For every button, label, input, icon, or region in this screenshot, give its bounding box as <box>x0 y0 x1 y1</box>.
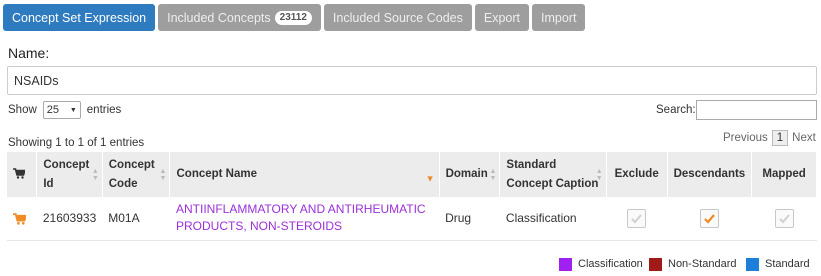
check-icon <box>704 214 715 224</box>
tab-label: Included Source Codes <box>332 10 463 25</box>
sort-icon: ▲ ▼ <box>91 167 99 182</box>
search-input[interactable] <box>696 100 817 120</box>
column-header-concept-code[interactable]: Concept Code ▲ ▼ <box>102 152 171 197</box>
legend-swatch <box>746 257 759 271</box>
column-header-mapped[interactable]: Mapped <box>751 152 817 197</box>
legend-item-standard: Standard <box>746 257 810 271</box>
sort-icon: ▲ ▼ <box>159 167 167 182</box>
sort-icon: ▲ ▼ <box>489 167 497 182</box>
check-icon <box>778 214 790 224</box>
column-header-label: Exclude <box>614 168 659 180</box>
concept-set-name-input[interactable] <box>7 66 817 95</box>
tab-export[interactable]: Export <box>474 4 530 31</box>
tab-label: Export <box>483 10 521 25</box>
column-header-descendants[interactable]: Descendants <box>667 152 753 197</box>
entries-label: entries <box>86 104 122 116</box>
table-row: 21603933 M01A ANTIINFLAMMATORY AND ANTIR… <box>7 197 817 240</box>
next-page-button[interactable]: Next <box>792 131 816 145</box>
concept-set-table: Concept Id ▲ ▼ Concept Code ▲ ▼ Concept Na… <box>7 152 817 241</box>
exclude-checkbox[interactable] <box>627 208 647 228</box>
column-header-concept-id[interactable]: Concept Id ▲ ▼ <box>36 152 103 197</box>
mapped-cell <box>752 197 817 240</box>
column-header-label: Concept Name <box>176 168 258 180</box>
column-header-cart[interactable] <box>7 152 38 197</box>
column-header-label: Concept Id <box>43 158 90 190</box>
chevron-down-icon: ▼ <box>69 106 77 114</box>
previous-page-button[interactable]: Previous <box>723 131 768 145</box>
tab-import[interactable]: Import <box>532 4 586 31</box>
column-header-label: Descendants <box>673 168 746 180</box>
tab-concept-set-expression[interactable]: Concept Set Expression <box>3 4 156 31</box>
legend-label: Non-Standard <box>668 258 737 270</box>
included-concepts-count-badge: 23112 <box>274 10 312 25</box>
sort-descending-icon: ▼ <box>425 172 435 183</box>
column-header-label: Mapped <box>762 168 806 180</box>
descendants-cell <box>667 197 752 240</box>
legend-label: Standard <box>765 258 810 270</box>
legend-swatch <box>559 257 572 271</box>
pagination: Previous 1 Next <box>723 130 816 146</box>
column-header-standard-concept-caption[interactable]: Standard Concept Caption ▲ ▼ <box>499 152 607 197</box>
legend-label: Classification <box>578 258 643 270</box>
exclude-cell <box>606 197 667 240</box>
concept-code-cell: M01A <box>108 211 140 226</box>
concept-id-cell: 21603933 <box>42 211 97 226</box>
tab-label: Concept Set Expression <box>12 10 147 25</box>
column-header-label: Concept Code <box>108 158 155 190</box>
tab-included-concepts[interactable]: Included Concepts 23112 <box>158 4 321 31</box>
table-header-row: Concept Id ▲ ▼ Concept Code ▲ ▼ Concept Na… <box>7 152 817 197</box>
table-info-text: Showing 1 to 1 of 1 entries <box>8 137 145 149</box>
column-header-domain[interactable]: Domain ▲ ▼ <box>439 152 501 197</box>
mapped-checkbox[interactable] <box>774 208 794 228</box>
column-header-concept-name[interactable]: Concept Name ▼ <box>169 152 440 197</box>
concept-name-cell: ANTIINFLAMMATORY AND ANTIRHEUMATIC PRODU… <box>170 197 439 240</box>
descendants-checkbox[interactable] <box>699 208 719 228</box>
column-header-label: Standard Concept Caption <box>506 158 599 190</box>
shopping-cart-icon[interactable] <box>13 213 26 225</box>
check-icon <box>631 214 642 224</box>
sort-icon: ▲ ▼ <box>595 167 603 182</box>
concept-name-link[interactable]: ANTIINFLAMMATORY AND ANTIRHEUMATIC PRODU… <box>176 201 433 235</box>
column-header-label: Domain <box>445 168 488 180</box>
show-label: Show <box>8 104 37 116</box>
domain-cell: Drug <box>445 211 472 226</box>
page-length-control: Show 25 ▼ entries <box>8 101 121 119</box>
current-page-button[interactable]: 1 <box>771 130 789 146</box>
tab-bar: Concept Set Expression Included Concepts… <box>3 4 586 31</box>
search-label: Search: <box>656 104 696 116</box>
page-length-value: 25 <box>46 104 60 116</box>
legend-item-classification: Classification <box>559 257 643 271</box>
name-label: Name: <box>8 45 50 61</box>
shopping-cart-icon <box>13 168 25 180</box>
tab-label: Import <box>541 10 577 25</box>
page-length-select[interactable]: 25 ▼ <box>42 101 81 119</box>
legend-swatch <box>649 257 662 271</box>
column-header-exclude[interactable]: Exclude <box>606 152 668 197</box>
remove-from-cart-cell[interactable] <box>7 197 37 240</box>
standard-concept-caption-cell: Classification <box>505 211 577 226</box>
tab-label: Included Concepts <box>167 10 271 25</box>
legend-item-non-standard: Non-Standard <box>649 257 737 271</box>
tab-included-source-codes[interactable]: Included Source Codes <box>323 4 472 31</box>
